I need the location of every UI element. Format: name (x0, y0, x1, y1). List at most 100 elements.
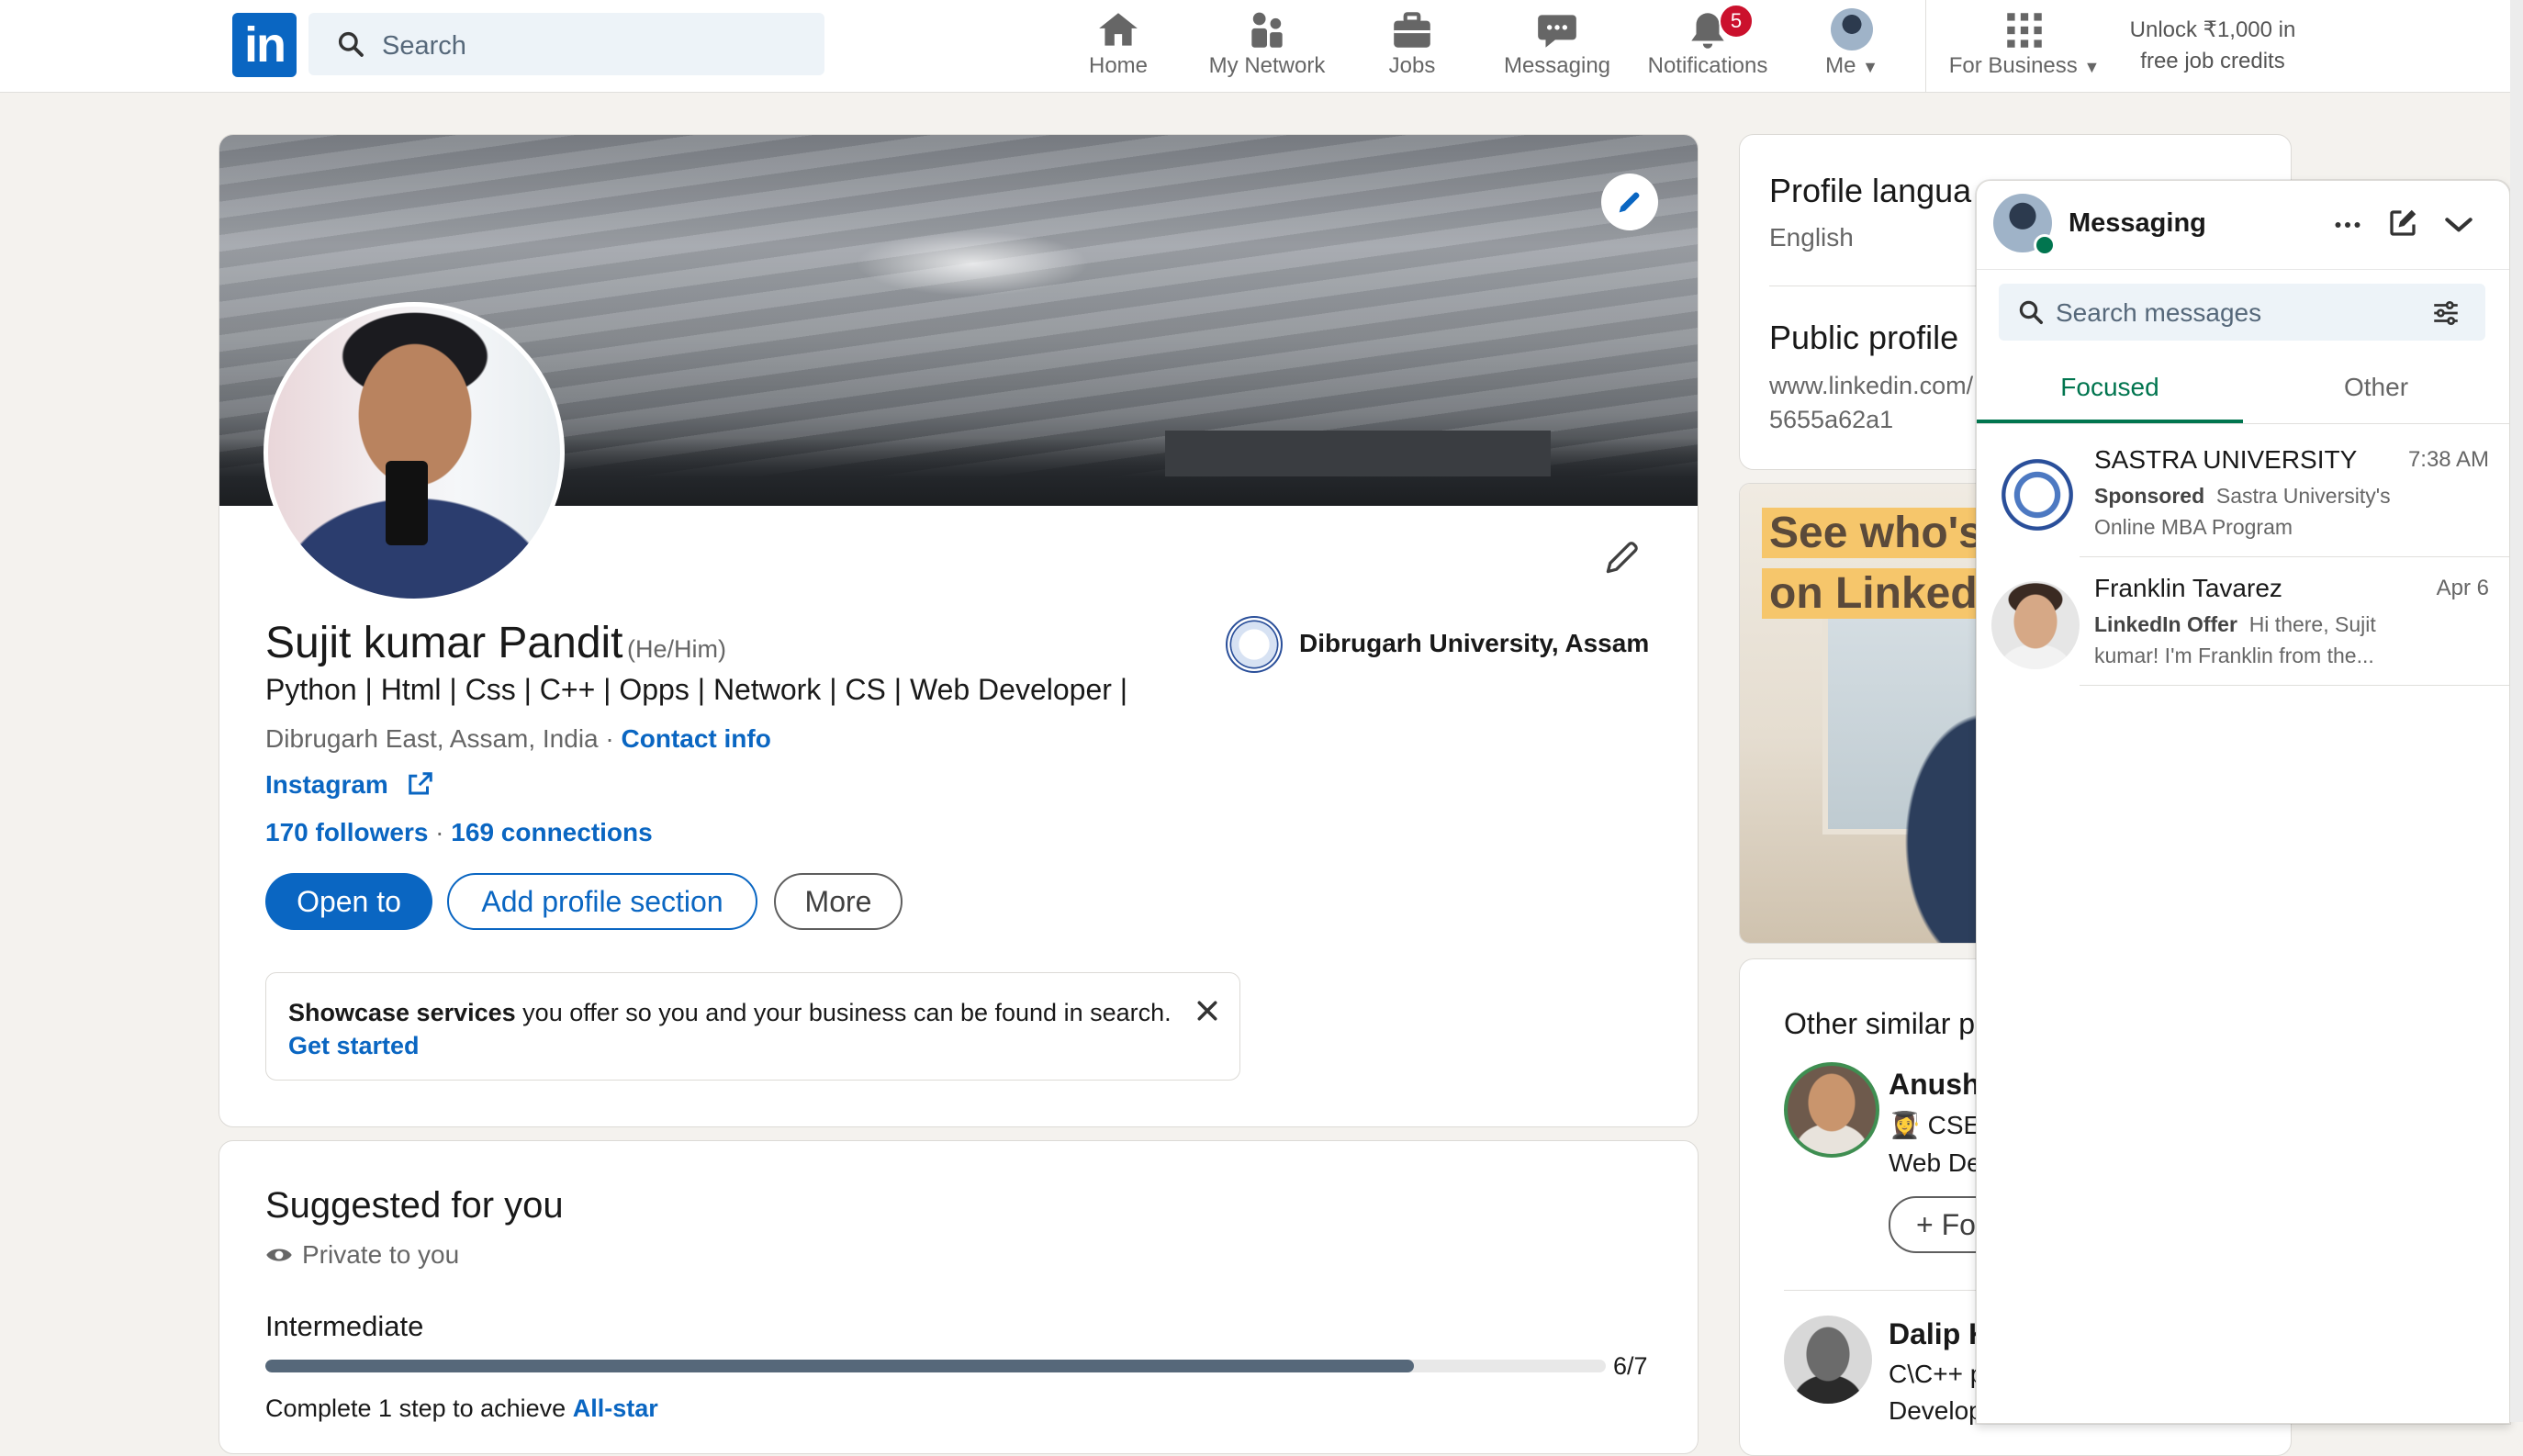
edit-cover-button[interactable] (1601, 174, 1658, 230)
profile-headline: Python | Html | Css | C++ | Opps | Netwo… (265, 673, 1128, 706)
messaging-header[interactable]: Messaging (1977, 181, 2509, 270)
student-emoji-icon: 👩‍🎓 (1889, 1111, 1928, 1139)
nav-me[interactable]: Me ▼ (1814, 0, 1889, 92)
nav-for-business-label: For Business ▼ (1948, 53, 2101, 78)
add-profile-section-button[interactable]: Add profile section (447, 873, 757, 930)
online-status-dot (2034, 234, 2056, 256)
messaging-title: Messaging (2069, 208, 2206, 238)
conversation-item[interactable]: SASTRA UNIVERSITY 7:38 AM Sponsored Sast… (1977, 429, 2509, 557)
network-stats: 170 followers · 169 connections (265, 818, 653, 847)
profile-name: Sujit kumar Pandit (265, 619, 623, 667)
phone-in-hand (386, 461, 428, 545)
briefcase-icon (1394, 12, 1430, 48)
profile-card: Sujit kumar Pandit (He/Him) Python | Htm… (219, 134, 1699, 1127)
complete-text: Complete 1 step to achieve (265, 1394, 573, 1422)
sastra-logo (1997, 454, 2078, 535)
page-scrollbar[interactable] (2510, 0, 2523, 1422)
conversation-snippet: LinkedIn Offer Hi there, Sujit kumar! I'm… (2094, 612, 2376, 667)
university-logo (1226, 616, 1283, 673)
profile-language-title: Profile langua (1769, 172, 1972, 209)
search-messages-placeholder: Search messages (2056, 298, 2262, 327)
conversation-time: Apr 6 (2436, 576, 2489, 600)
unlock-line-2: free job credits (2140, 49, 2285, 73)
nav-my-network-label: My Network (1208, 53, 1326, 78)
search-icon (2019, 300, 2043, 324)
instagram-label: Instagram (265, 770, 388, 799)
network-icon (1251, 12, 1283, 48)
pencil-icon (1619, 192, 1640, 213)
conversation-snippet: Sponsored Sastra University's Online MBA … (2094, 484, 2391, 539)
eye-icon (266, 1249, 292, 1261)
similar-person-headline-2: Web De (1889, 1148, 1981, 1177)
search-placeholder: Search (382, 31, 466, 61)
filter-icon[interactable] (2430, 297, 2461, 329)
nav-divider (1925, 0, 1926, 92)
avatar (1831, 8, 1873, 50)
avatar[interactable] (1784, 1062, 1879, 1158)
url-line-1: www.linkedin.com/ (1769, 372, 1974, 399)
tab-focused[interactable]: Focused (1977, 355, 2243, 423)
privacy-label: Private to you (302, 1240, 460, 1269)
nav-notifications[interactable]: 5 Notifications (1640, 0, 1776, 92)
conversation-time: 7:38 AM (2407, 447, 2489, 472)
nav-messaging[interactable]: Messaging (1493, 0, 1621, 92)
pencil-icon (1606, 542, 1638, 574)
offer-tag: LinkedIn Offer (2094, 612, 2237, 636)
ad-headline-2: on LinkedI (1762, 568, 1997, 619)
similar-person-headline: C\C++ p (1889, 1360, 1985, 1388)
url-line-2: 5655a62a1 (1769, 406, 1894, 433)
connections-link[interactable]: 169 connections (451, 818, 652, 846)
contact-info-link[interactable]: Contact info (622, 724, 771, 753)
tab-other-label: Other (2343, 373, 2409, 401)
nav-for-business[interactable]: For Business ▼ (1943, 0, 2106, 92)
more-button[interactable]: More (774, 873, 903, 930)
all-star-link[interactable]: All-star (573, 1394, 658, 1422)
compose-icon[interactable] (2386, 207, 2419, 240)
avatar[interactable] (1784, 1316, 1872, 1404)
instagram-link[interactable]: Instagram (265, 770, 434, 800)
tabs-divider (1977, 423, 2509, 424)
conversation-name: Franklin Tavarez (2094, 574, 2282, 602)
profile-photo[interactable] (264, 302, 565, 603)
progress-count: 6/7 (1613, 1352, 1648, 1380)
similar-person-name[interactable]: Dalip K (1889, 1317, 1990, 1351)
sponsored-tag: Sponsored (2094, 484, 2205, 508)
showcase-rest: you offer so you and your business can b… (515, 999, 1172, 1026)
nav-notifications-label: Notifications (1647, 53, 1768, 78)
nav-messaging-label: Messaging (1503, 53, 1611, 78)
unlock-line-1: Unlock ₹1,000 in (2129, 17, 2296, 42)
search-messages[interactable]: Search messages (1999, 284, 2485, 341)
profile-name-line: Sujit kumar Pandit (He/Him) (265, 618, 726, 668)
showcase-bold: Showcase services (288, 999, 516, 1026)
nav-my-network[interactable]: My Network (1194, 0, 1340, 92)
university-name: Dibrugarh University, Assam (1299, 629, 1650, 657)
open-to-button[interactable]: Open to (265, 873, 432, 930)
public-profile-title: Public profile (1769, 319, 1959, 356)
profile-pronouns: (He/Him) (626, 635, 726, 663)
ad-headline-1: See who's (1762, 508, 1990, 558)
nav-me-label: Me ▼ (1825, 53, 1878, 78)
tab-focused-label: Focused (2060, 373, 2159, 401)
top-navigation: in Search Home My Network Jobs Messaging… (0, 0, 2523, 93)
unlock-job-credits-link[interactable]: Unlock ₹1,000 in free job credits (2102, 15, 2323, 77)
privacy-note: Private to you (265, 1240, 459, 1270)
close-icon[interactable] (1194, 997, 1221, 1025)
chevron-down-icon[interactable] (2441, 207, 2476, 241)
chevron-down-icon: ▼ (1862, 58, 1878, 76)
separator: · (428, 818, 452, 846)
chat-icon (1538, 15, 1576, 48)
conversation-item[interactable]: Franklin Tavarez Apr 6 LinkedIn Offer Hi… (1977, 557, 2509, 686)
tab-other[interactable]: Other (2243, 355, 2509, 420)
nav-home[interactable]: Home (1072, 0, 1164, 92)
edit-intro-button[interactable] (1597, 532, 1648, 583)
profile-strength-bar (265, 1360, 1606, 1372)
followers-link[interactable]: 170 followers (265, 818, 428, 846)
nav-jobs[interactable]: Jobs (1366, 0, 1458, 92)
public-profile-url[interactable]: www.linkedin.com/ 5655a62a1 (1769, 372, 1973, 434)
notifications-badge: 5 (1719, 4, 1754, 39)
search-bar[interactable]: Search (308, 13, 824, 75)
get-started-link[interactable]: Get started (288, 1032, 420, 1060)
profile-language-value: English (1769, 223, 1854, 252)
more-options-icon[interactable] (2331, 208, 2364, 241)
linkedin-logo[interactable]: in (232, 13, 297, 77)
